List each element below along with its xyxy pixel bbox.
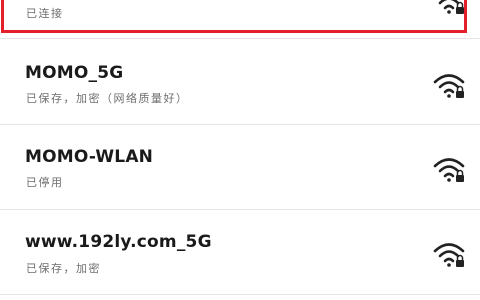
wifi-network-item[interactable]: MOMO_5G 已保存，加密（网络质量好） bbox=[0, 39, 480, 124]
network-name: MOMO-WLAN bbox=[25, 147, 154, 167]
divider bbox=[0, 294, 480, 295]
wifi-locked-icon bbox=[438, 0, 464, 14]
connected-highlight-box bbox=[1, 0, 467, 33]
network-status: 已停用 bbox=[26, 176, 64, 189]
wifi-locked-icon bbox=[433, 243, 465, 267]
network-name: www.192ly.com_5G bbox=[25, 232, 212, 252]
network-name: MOMO_5G bbox=[25, 63, 124, 83]
network-status: 已保存，加密（网络质量好） bbox=[26, 92, 189, 105]
wifi-network-item[interactable]: MOMO-WLAN 已停用 bbox=[0, 125, 480, 210]
wifi-network-list: 已连接 MOMO_5G 已保存，加密（网络质量好） MOMO-WLAN 已停用 bbox=[0, 0, 480, 300]
wifi-network-item[interactable]: www.192ly.com_5G 已保存，加密 bbox=[0, 210, 480, 295]
wifi-locked-icon bbox=[433, 158, 465, 182]
wifi-network-connected[interactable]: 已连接 bbox=[0, 0, 480, 36]
network-status: 已保存，加密 bbox=[26, 262, 101, 275]
network-status: 已连接 bbox=[26, 7, 64, 20]
wifi-locked-icon bbox=[433, 74, 465, 98]
